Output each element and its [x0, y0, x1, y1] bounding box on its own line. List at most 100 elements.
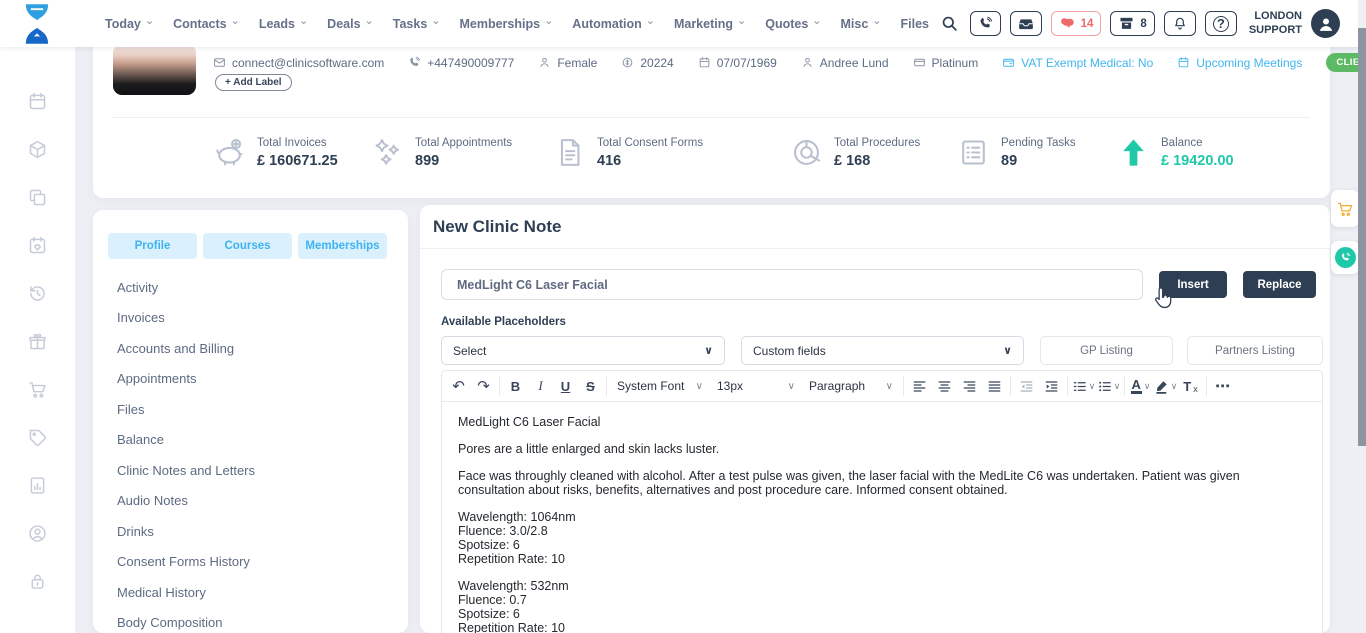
highlight-button[interactable]: ∨ [1153, 374, 1178, 398]
card-icon [913, 56, 926, 69]
patient-phone: +447490009777 [408, 56, 514, 70]
more-tools-button[interactable]: ⋯ [1210, 374, 1235, 398]
floating-cart-button[interactable] [1331, 190, 1359, 227]
stat-label: Total Consent Forms [597, 137, 703, 149]
patient-card-divider [113, 117, 1310, 118]
replace-button[interactable]: Replace [1243, 271, 1316, 298]
sidebar-item-audio-notes[interactable]: Audio Notes [117, 486, 398, 517]
tab-profile[interactable]: Profile [108, 233, 197, 259]
note-title-input[interactable] [441, 269, 1143, 300]
patient-tier: Platinum [913, 56, 979, 70]
search-icon[interactable] [939, 13, 961, 35]
stat-balance: Balance£ 19420.00 [1117, 136, 1234, 169]
tag-icon[interactable] [27, 427, 48, 448]
undo-button[interactable]: ↶ [446, 374, 471, 398]
strikethrough-button[interactable]: S [578, 374, 603, 398]
floating-phone-button[interactable] [1331, 241, 1359, 274]
calendar-icon[interactable] [27, 91, 48, 112]
vat-exempt-link[interactable]: VAT Exempt Medical: No [1002, 56, 1153, 70]
outdent-button[interactable] [1014, 374, 1039, 398]
nav-item-today[interactable]: Today⌄ [105, 17, 154, 31]
underline-button[interactable]: U [553, 374, 578, 398]
clear-formatting-button[interactable]: Tx [1178, 374, 1203, 398]
sidebar-item-medical-history[interactable]: Medical History [117, 577, 398, 608]
add-label-button[interactable]: + Add Label [215, 74, 292, 91]
nav-label: Files [901, 17, 930, 31]
tab-courses[interactable]: Courses [203, 233, 292, 259]
align-left-button[interactable] [907, 374, 932, 398]
align-right-button[interactable] [957, 374, 982, 398]
redo-button[interactable]: ↷ [471, 374, 496, 398]
calendar-heart-icon[interactable] [27, 235, 48, 256]
nav-item-marketing[interactable]: Marketing⌄ [674, 17, 746, 31]
bullet-list-button[interactable]: ∨ [1096, 374, 1121, 398]
sidebar-item-accounts-and-billing[interactable]: Accounts and Billing [117, 333, 398, 364]
calls-button[interactable] [970, 11, 1001, 36]
upcoming-meetings-link[interactable]: Upcoming Meetings [1177, 56, 1302, 70]
calendar-icon [698, 56, 711, 69]
cart-icon[interactable] [27, 379, 48, 400]
align-justify-button[interactable] [982, 374, 1007, 398]
chevron-down-icon: ∨ [1089, 381, 1096, 392]
gp-listing-button[interactable]: GP Listing [1040, 336, 1173, 365]
text-color-button[interactable]: A∨ [1128, 374, 1153, 398]
sidebar-item-drinks[interactable]: Drinks [117, 516, 398, 547]
sidebar-item-files[interactable]: Files [117, 394, 398, 425]
cash-register-icon [1118, 15, 1135, 32]
partners-listing-button[interactable]: Partners Listing [1187, 336, 1323, 365]
package-icon[interactable] [27, 139, 48, 160]
placeholder-select[interactable]: Select∨ [441, 336, 725, 365]
register-button[interactable]: 8 [1110, 11, 1154, 36]
chevron-down-icon: ∨ [704, 344, 713, 357]
sidebar-item-body-composition[interactable]: Body Composition [117, 608, 398, 633]
editor-content[interactable]: MedLight C6 Laser Facial Pores are a lit… [442, 402, 1322, 633]
sidebar-item-balance[interactable]: Balance [117, 425, 398, 456]
top-header: Today⌄ Contacts⌄ Leads⌄ Deals⌄ Tasks⌄ Me… [0, 0, 1358, 47]
nav-item-misc[interactable]: Misc⌄ [841, 17, 882, 31]
font-family-select[interactable]: System Font∨ [610, 374, 710, 398]
history-icon[interactable] [27, 283, 48, 304]
insert-button[interactable]: Insert [1159, 271, 1227, 298]
font-size-select[interactable]: 13px∨ [710, 374, 802, 398]
sidebar-item-appointments[interactable]: Appointments [117, 364, 398, 395]
notifications-button[interactable] [1164, 11, 1196, 36]
lock-icon[interactable] [27, 571, 48, 592]
bold-button[interactable]: B [503, 374, 528, 398]
italic-button[interactable]: I [528, 374, 553, 398]
undo-icon: ↶ [452, 379, 465, 394]
nav-item-tasks[interactable]: Tasks⌄ [393, 17, 441, 31]
tab-memberships[interactable]: Memberships [298, 233, 387, 259]
stat-label: Total Procedures [834, 137, 920, 149]
copy-icon[interactable] [27, 187, 48, 208]
sidebar-item-consent-forms-history[interactable]: Consent Forms History [117, 547, 398, 578]
nav-item-leads[interactable]: Leads⌄ [259, 17, 308, 31]
clinicsoftware-logo[interactable] [22, 3, 52, 45]
ordered-list-button[interactable]: ∨ [1071, 374, 1096, 398]
user-avatar[interactable] [1311, 9, 1340, 38]
patient-contact-row: connect@clinicsoftware.com +447490009777… [213, 53, 1316, 72]
inbox-button[interactable] [1010, 11, 1042, 36]
nav-item-deals[interactable]: Deals⌄ [327, 17, 374, 31]
nav-item-files[interactable]: Files [901, 17, 930, 31]
help-icon: ? [1213, 16, 1229, 32]
indent-button[interactable] [1039, 374, 1064, 398]
patient-side-panel: Profile Courses Memberships Activity Inv… [93, 210, 408, 633]
help-button[interactable]: ? [1205, 11, 1237, 36]
nav-item-memberships[interactable]: Memberships⌄ [459, 17, 553, 31]
align-center-button[interactable] [932, 374, 957, 398]
nav-item-quotes[interactable]: Quotes⌄ [765, 17, 821, 31]
sidebar-item-clinic-notes-and-letters[interactable]: Clinic Notes and Letters [117, 455, 398, 486]
nav-item-contacts[interactable]: Contacts⌄ [173, 17, 240, 31]
page-scrollbar-thumb[interactable] [1358, 28, 1366, 446]
report-icon[interactable] [27, 475, 48, 496]
user-circle-icon[interactable] [27, 523, 48, 544]
sidebar-item-activity[interactable]: Activity [117, 272, 398, 303]
nav-item-automation[interactable]: Automation⌄ [572, 17, 655, 31]
chat-button[interactable]: 14 [1051, 11, 1102, 36]
gift-icon[interactable] [27, 331, 48, 352]
block-format-value: Paragraph [809, 379, 865, 393]
custom-fields-select[interactable]: Custom fields∨ [741, 336, 1024, 365]
stat-value: £ 19420.00 [1161, 153, 1234, 169]
block-format-select[interactable]: Paragraph∨ [802, 374, 900, 398]
sidebar-item-invoices[interactable]: Invoices [117, 303, 398, 334]
